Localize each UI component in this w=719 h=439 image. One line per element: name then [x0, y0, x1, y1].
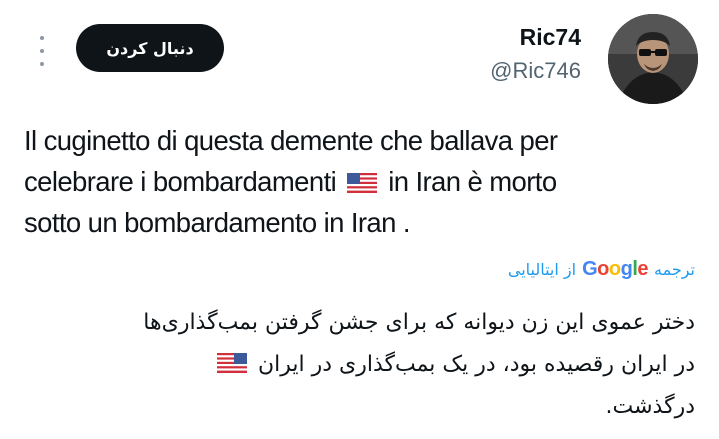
more-options-icon[interactable] — [34, 36, 50, 66]
translation-attribution: ترجمه Google از ایتالیایی — [508, 258, 695, 281]
dot — [40, 36, 44, 40]
translated-line: در ایران رقصیده بود، در یک بمب‌گذاری در … — [15, 344, 695, 386]
avatar-photo — [608, 14, 698, 104]
user-handle[interactable]: @Ric746 — [490, 58, 581, 84]
us-flag-icon — [216, 353, 247, 373]
translated-line: درگذشت. — [605, 394, 695, 419]
translated-line: دختر عموی این زن دیوانه که برای جشن گرفت… — [143, 310, 695, 335]
translated-text: دختر عموی این زن دیوانه که برای جشن گرفت… — [15, 302, 695, 428]
avatar[interactable] — [608, 14, 698, 104]
dot — [40, 49, 44, 53]
google-logo: Google — [582, 258, 648, 280]
tweet-line: celebrare i bombardamenti in Iran è mort… — [24, 161, 704, 202]
us-flag-icon — [347, 173, 378, 193]
tweet-line: Il cuginetto di questa demente che balla… — [24, 125, 558, 156]
dot — [40, 62, 44, 66]
display-name[interactable]: Ric74 — [520, 24, 581, 51]
translated-text-segment: در ایران رقصیده بود، در یک بمب‌گذاری در … — [257, 352, 695, 377]
translate-link[interactable]: ترجمه — [654, 260, 695, 279]
tweet-line: sotto un bombardamento in Iran . — [24, 207, 411, 238]
tweet-text-segment: celebrare i bombardamenti — [24, 166, 337, 197]
follow-button[interactable]: دنبال کردن — [76, 24, 224, 72]
tweet-text-segment: in Iran è morto — [388, 166, 557, 197]
tweet-text: Il cuginetto di questa demente che balla… — [24, 120, 704, 243]
source-language-label: از ایتالیایی — [507, 260, 577, 279]
